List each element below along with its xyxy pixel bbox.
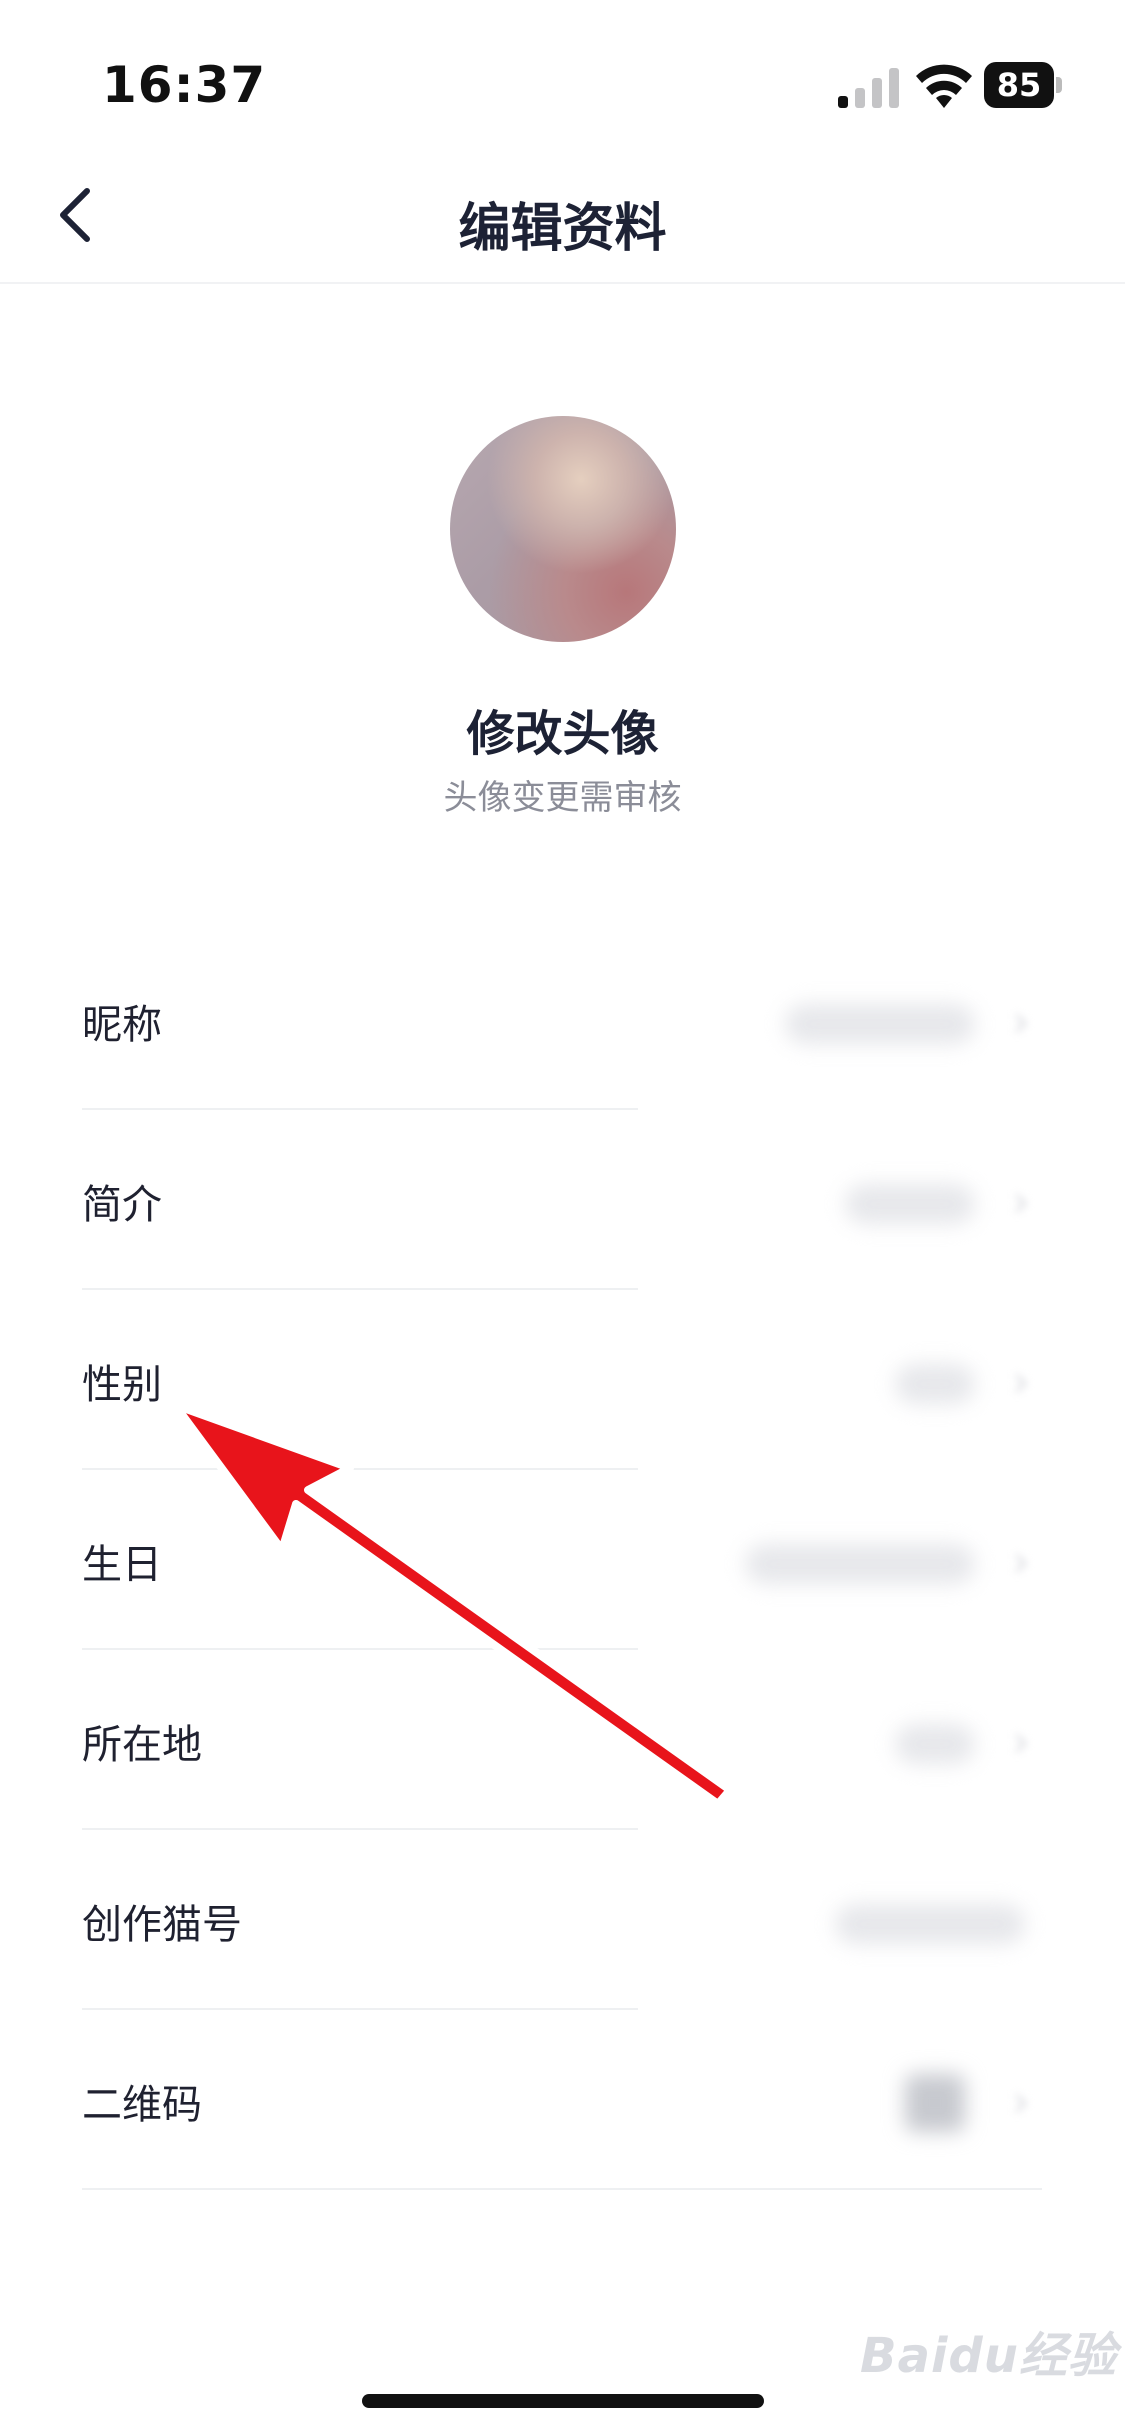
battery-level: 85 xyxy=(984,62,1054,108)
chevron-right-icon: › xyxy=(1011,2074,1030,2128)
field-label: 性别 xyxy=(82,1362,162,1408)
chevron-right-icon: › xyxy=(1011,1354,1030,1408)
wifi-icon xyxy=(916,64,972,108)
field-row-qr-code[interactable]: 二维码 › xyxy=(0,2010,1125,2190)
field-value-blurred xyxy=(785,1004,975,1044)
avatar[interactable] xyxy=(450,416,676,642)
signal-icon xyxy=(838,68,899,108)
field-row-bio[interactable]: 简介 › xyxy=(0,1110,1125,1290)
field-value-blurred xyxy=(895,1724,975,1764)
status-bar: 16:37 85 xyxy=(0,0,1125,150)
field-value-blurred xyxy=(745,1544,975,1584)
qr-code-icon xyxy=(905,2074,965,2132)
field-row-nickname[interactable]: 昵称 › xyxy=(0,930,1125,1110)
battery-icon: 85 xyxy=(984,62,1064,112)
chevron-right-icon: › xyxy=(1011,1174,1030,1228)
red-arrow-annotation xyxy=(171,1401,734,1808)
field-label: 二维码 xyxy=(82,2082,202,2128)
arrow-shape xyxy=(171,1401,734,1808)
field-value-blurred xyxy=(845,1184,975,1224)
watermark-text: Baidu经验 xyxy=(860,2328,1117,2384)
status-time: 16:37 xyxy=(102,56,267,114)
field-row-creator-id[interactable]: 创作猫号 xyxy=(0,1830,1125,2010)
field-label: 简介 xyxy=(82,1182,162,1228)
chevron-right-icon: › xyxy=(1011,1714,1030,1768)
divider xyxy=(82,2188,1042,2190)
field-value-blurred xyxy=(835,1904,1025,1944)
home-indicator xyxy=(362,2394,764,2408)
avatar-review-note: 头像变更需审核 xyxy=(443,778,682,818)
field-label: 生日 xyxy=(82,1542,162,1588)
field-label: 昵称 xyxy=(82,1002,162,1048)
field-label: 创作猫号 xyxy=(82,1902,242,1948)
chevron-right-icon: › xyxy=(1011,1534,1030,1588)
chevron-right-icon: › xyxy=(1011,994,1030,1048)
change-avatar-button[interactable]: 修改头像 xyxy=(0,694,1125,764)
battery-tip xyxy=(1056,77,1062,93)
page-title: 编辑资料 xyxy=(458,199,667,259)
field-value-blurred xyxy=(895,1364,975,1404)
nav-bar: 编辑资料 xyxy=(0,150,1125,284)
